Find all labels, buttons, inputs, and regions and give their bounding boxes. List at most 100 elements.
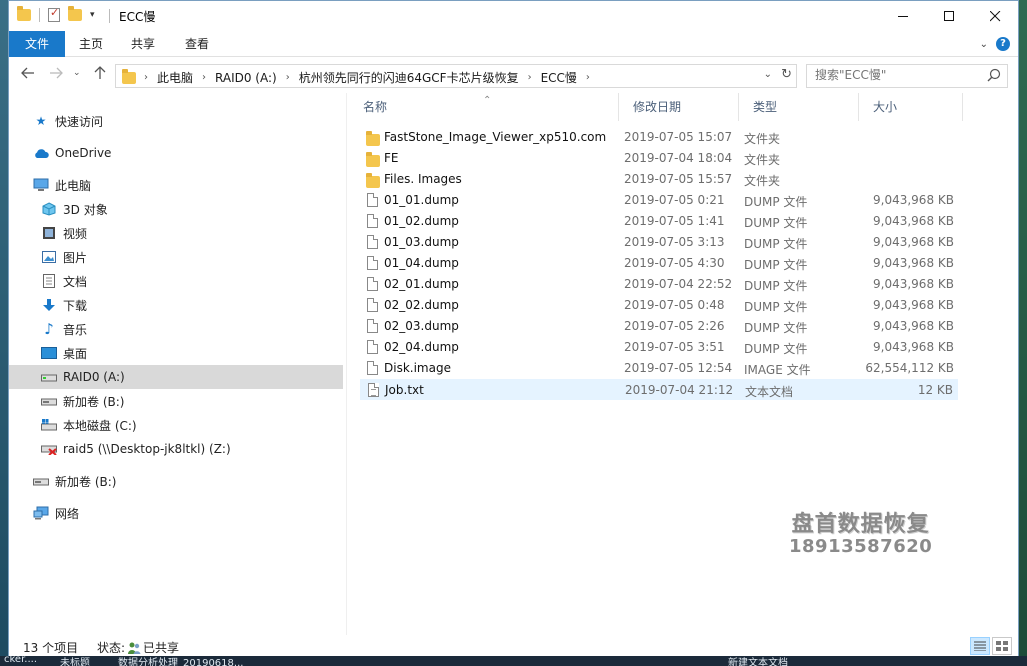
tab-file[interactable]: 文件 [9, 31, 65, 57]
nav-item-downloads[interactable]: 下载 [9, 293, 343, 317]
column-header-type[interactable]: 类型 [739, 93, 859, 121]
table-row[interactable]: FE 2019-07-04 18:04 文件夹 [360, 148, 958, 169]
table-row[interactable]: Job.txt 2019-07-04 21:12 文本文档 12 KB [360, 379, 958, 400]
table-row[interactable]: FastStone_Image_Viewer_xp510.com 2019-07-… [360, 127, 958, 148]
breadcrumb-chevron-icon[interactable]: › [202, 72, 206, 83]
nav-item-volume-b-removable[interactable]: 新加卷 (B:) [9, 469, 343, 493]
properties-icon[interactable] [48, 6, 60, 22]
recent-locations-chevron-icon[interactable]: ⌄ [73, 68, 81, 78]
file-size: 9,043,968 KB [873, 319, 954, 333]
breadcrumb-item-parent-folder[interactable]: 杭州领先同行的闪迪64GCF卡芯片级恢复 [299, 69, 519, 86]
breadcrumb: › 此电脑 › RAID0 (A:) › 杭州领先同行的闪迪64GCF卡芯片级恢… [144, 69, 599, 86]
help-icon[interactable]: ? [996, 37, 1010, 51]
nav-item-volume-b[interactable]: 新加卷 (B:) [9, 389, 343, 413]
nav-item-network-drive-z[interactable]: raid5 (\\Desktop-jk8ltkl) (Z:) [9, 437, 343, 461]
taskbar-item[interactable]: 新建文本文档 [728, 656, 788, 666]
refresh-icon[interactable]: ↻ [781, 67, 792, 82]
column-header-date[interactable]: 修改日期 [619, 93, 739, 121]
nav-item-onedrive[interactable]: OneDrive [9, 141, 343, 165]
computer-icon [33, 178, 49, 192]
nav-item-label: 此电脑 [55, 178, 92, 193]
shared-users-icon [128, 642, 141, 654]
search-box[interactable] [806, 64, 1008, 88]
customize-toolbar-chevron-icon[interactable]: ▾ [90, 10, 95, 20]
table-row[interactable]: 01_04.dump 2019-07-05 4:30 DUMP 文件 9,043,96… [360, 253, 958, 274]
table-row[interactable]: 02_03.dump 2019-07-05 2:26 DUMP 文件 9,043,96… [360, 316, 958, 337]
column-header-name[interactable]: 名称 ⌃ [349, 93, 619, 121]
file-type: 文件夹 [744, 174, 781, 188]
tab-share[interactable]: 共享 [121, 31, 165, 57]
up-button[interactable] [93, 66, 107, 84]
taskbar-item[interactable]: 数据分析处理_20190618... [118, 656, 243, 666]
pane-splitter[interactable] [346, 93, 347, 635]
file-icon [367, 277, 378, 291]
table-row[interactable]: 01_03.dump 2019-07-05 3:13 DUMP 文件 9,043,96… [360, 232, 958, 253]
modified-date: 2019-07-04 18:04 [624, 151, 733, 165]
breadcrumb-chevron-icon[interactable]: › [586, 72, 590, 83]
tab-view[interactable]: 查看 [175, 31, 219, 57]
nav-item-3d-objects[interactable]: 3D 对象 [9, 197, 343, 221]
nav-item-network[interactable]: 网络 [9, 501, 343, 525]
tab-home[interactable]: 主页 [69, 31, 113, 57]
file-name: 02_03.dump [384, 319, 459, 333]
breadcrumb-chevron-icon[interactable]: › [528, 72, 532, 83]
file-type: DUMP 文件 [744, 258, 808, 272]
picture-icon [41, 250, 57, 264]
nav-item-raid0[interactable]: RAID0 (A:) [9, 365, 343, 389]
nav-item-label: 快速访问 [55, 114, 104, 129]
table-row[interactable]: Files. Images 2019-07-05 15:57 文件夹 [360, 169, 958, 190]
modified-date: 2019-07-05 15:57 [624, 172, 733, 186]
column-header-size[interactable]: 大小 [859, 93, 963, 121]
breadcrumb-chevron-icon[interactable]: › [286, 72, 290, 83]
breadcrumb-item-raid0[interactable]: RAID0 (A:) [215, 71, 277, 85]
nav-item-documents[interactable]: 文档 [9, 269, 343, 293]
new-folder-icon[interactable] [68, 6, 82, 21]
status-value: 已共享 [143, 641, 180, 655]
large-icons-view-button[interactable] [992, 637, 1012, 655]
title-divider [109, 9, 110, 23]
drive-icon [33, 474, 49, 488]
nav-item-label: RAID0 (A:) [63, 370, 125, 384]
address-history-chevron-icon[interactable]: ⌄ [764, 69, 772, 80]
table-row[interactable]: 02_04.dump 2019-07-05 3:51 DUMP 文件 9,043,96… [360, 337, 958, 358]
window-controls [880, 1, 1018, 31]
forward-button[interactable] [49, 66, 63, 84]
breadcrumb-chevron-icon[interactable]: › [144, 72, 148, 83]
expand-ribbon-chevron-icon[interactable]: ⌄ [980, 39, 988, 50]
breadcrumb-item-this-pc[interactable]: 此电脑 [157, 69, 193, 86]
search-input[interactable] [815, 68, 985, 82]
taskbar-item[interactable]: cker.... [4, 656, 37, 665]
nav-item-quick-access[interactable]: ★ 快速访问 [9, 109, 343, 133]
file-name: Job.txt [385, 383, 424, 397]
table-row[interactable]: 01_02.dump 2019-07-05 1:41 DUMP 文件 9,043,96… [360, 211, 958, 232]
maximize-button[interactable] [926, 1, 972, 31]
nav-item-videos[interactable]: 视频 [9, 221, 343, 245]
nav-item-label: 下载 [63, 298, 88, 313]
nav-item-music[interactable]: ♪ 音乐 [9, 317, 343, 341]
column-header-label: 修改日期 [633, 100, 682, 114]
back-button[interactable] [21, 66, 35, 84]
taskbar-item[interactable]: 未标题 [60, 656, 90, 666]
breadcrumb-item-current-folder[interactable]: ECC慢 [541, 69, 577, 86]
table-row[interactable]: 02_02.dump 2019-07-05 0:48 DUMP 文件 9,043,96… [360, 295, 958, 316]
table-row[interactable]: Disk.image 2019-07-05 12:54 IMAGE 文件 62,554… [360, 358, 958, 379]
nav-item-pictures[interactable]: 图片 [9, 245, 343, 269]
table-row[interactable]: 02_01.dump 2019-07-04 22:52 DUMP 文件 9,043,9… [360, 274, 958, 295]
file-size: 12 KB [917, 383, 953, 397]
drive-icon [41, 394, 57, 408]
search-icon[interactable] [987, 68, 1001, 82]
file-size: 9,043,968 KB [873, 256, 954, 270]
address-bar[interactable]: › 此电脑 › RAID0 (A:) › 杭州领先同行的闪迪64GCF卡芯片级恢… [115, 64, 797, 88]
nav-item-desktop[interactable]: 桌面 [9, 341, 343, 365]
details-view-icon [974, 641, 986, 651]
close-button[interactable] [972, 1, 1018, 31]
minimize-button[interactable] [880, 1, 926, 31]
nav-item-local-disk-c[interactable]: 本地磁盘 (C:) [9, 413, 343, 437]
modified-date: 2019-07-05 0:21 [624, 193, 725, 207]
modified-date: 2019-07-05 3:51 [624, 340, 725, 354]
table-row[interactable]: 01_01.dump 2019-07-05 0:21 DUMP 文件 9,043,96… [360, 190, 958, 211]
nav-item-this-pc[interactable]: 此电脑 [9, 173, 343, 197]
details-view-button[interactable] [970, 637, 990, 655]
nav-item-label: 本地磁盘 (C:) [63, 418, 137, 433]
file-name: 02_02.dump [384, 298, 459, 312]
